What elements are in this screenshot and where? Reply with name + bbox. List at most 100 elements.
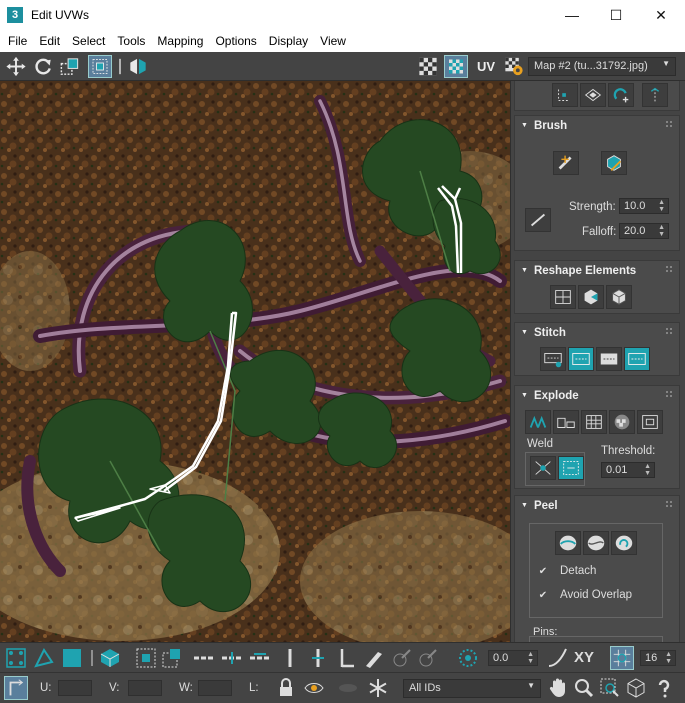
explode-header[interactable]: Explode [521,390,579,402]
checker-pattern-icon[interactable] [416,55,440,78]
drag-grip-icon[interactable] [665,500,673,508]
avoid-overlap-checkbox[interactable]: ✔ [537,590,549,602]
threshold-spinner[interactable]: 0.01 ▲ ▼ [601,462,655,478]
brush-header[interactable]: Brush [521,120,567,132]
show-map-icon[interactable] [444,55,468,78]
detach-edge-icon[interactable] [553,410,579,434]
paint-move-icon[interactable] [553,151,579,175]
peel-header[interactable]: Peel [521,500,558,512]
falloff-curve-icon[interactable] [546,646,570,670]
minimize-button[interactable]: — [549,0,595,30]
reset-peel-icon[interactable] [611,531,637,555]
close-button[interactable]: ✕ [638,0,684,30]
weld-selected-icon[interactable] [530,456,556,480]
map-select-dropdown[interactable]: Map #2 (tu...31792.jpg) ▼ [528,57,676,76]
hide-icon[interactable] [302,676,326,700]
flatten-by-material-icon[interactable] [637,410,663,434]
straighten-icon[interactable] [550,285,576,309]
stitch-custom-icon[interactable] [540,347,566,371]
loop-icon[interactable] [192,646,216,670]
paint-select-grow-icon[interactable] [390,646,414,670]
grow-selection-icon[interactable] [134,646,158,670]
paint-select-shrink-icon[interactable] [416,646,440,670]
soft-selection-spinner[interactable]: 0.0 ▲ ▼ [488,650,538,666]
rotate-cw-icon[interactable] [608,83,634,107]
settings-icon[interactable] [502,55,526,78]
reshape-header[interactable]: Reshape Elements [521,265,636,277]
falloff-spinner[interactable]: 20.0 ▲ ▼ [619,223,669,239]
loop-grow-icon[interactable] [220,646,244,670]
loop-shrink-icon[interactable] [248,646,272,670]
element-mode-icon[interactable] [98,646,122,670]
material-id-dropdown[interactable]: All IDs ▼ [403,679,541,698]
spinner-arrows-icon[interactable]: ▲ ▼ [527,651,534,665]
w-field[interactable] [198,680,232,696]
grid-snap-icon[interactable] [610,646,634,670]
spinner-arrows-icon[interactable]: ▲ ▼ [658,224,665,238]
weld-target-icon[interactable] [558,456,584,480]
ring-shrink-icon[interactable] [334,646,358,670]
stitch-header[interactable]: Stitch [521,327,566,339]
u-field[interactable] [58,680,92,696]
xy-space-button[interactable]: XY [574,646,600,670]
menu-view[interactable]: View [316,30,350,52]
move-icon[interactable] [4,55,28,78]
detach-checkbox[interactable]: ✔ [537,566,549,578]
menu-select[interactable]: Select [68,30,109,52]
zoom-region-icon[interactable] [598,676,622,700]
distribute-icon[interactable] [642,83,668,107]
mirror-icon[interactable] [126,55,150,78]
snowflake-icon[interactable] [366,676,390,700]
drag-grip-icon[interactable] [665,265,673,273]
paint-select-icon[interactable] [362,646,386,670]
drag-grip-icon[interactable] [665,327,673,335]
spinner-arrows-icon[interactable]: ▲ ▼ [644,463,651,477]
break-icon[interactable] [525,410,551,434]
align-icon[interactable] [552,83,578,107]
vertex-mode-icon[interactable] [4,646,28,670]
scale-icon[interactable] [58,55,82,78]
absolute-mode-icon[interactable] [4,676,28,700]
quick-peel-icon[interactable] [555,531,581,555]
rotate-icon[interactable] [31,55,55,78]
brush-stroke-icon[interactable] [525,208,551,232]
grid-size-spinner[interactable]: 16 ▲ ▼ [640,650,676,666]
menu-edit[interactable]: Edit [35,30,64,52]
spinner-arrows-icon[interactable]: ▲ ▼ [665,651,672,665]
freeze-visibility-icon[interactable] [336,676,360,700]
peel-mode-icon[interactable] [583,531,609,555]
lock-icon[interactable] [274,676,298,700]
ring-icon[interactable] [278,646,302,670]
menu-mapping[interactable]: Mapping [153,30,207,52]
uv-viewport[interactable] [0,81,510,642]
soft-selection-icon[interactable] [456,646,480,670]
strength-spinner[interactable]: 10.0 ▲ ▼ [619,198,669,214]
drag-grip-icon[interactable] [665,390,673,398]
menu-file[interactable]: File [4,30,31,52]
v-field[interactable] [128,680,162,696]
zoom-extents-icon[interactable] [624,676,648,700]
edge-mode-icon[interactable] [32,646,56,670]
relax-brush-icon[interactable] [601,151,627,175]
menu-options[interactable]: Options [211,30,260,52]
zoom-icon[interactable] [572,676,596,700]
stitch-average-icon[interactable] [596,347,622,371]
menu-tools[interactable]: Tools [113,30,149,52]
flatten-icon[interactable] [581,410,607,434]
freeform-icon[interactable] [88,55,112,78]
stitch-source-icon[interactable] [568,347,594,371]
uv-toggle-button[interactable]: UV [472,55,500,78]
menu-display[interactable]: Display [265,30,312,52]
pan-hand-icon[interactable] [546,676,570,700]
flatten-by-smoothing-icon[interactable] [609,410,635,434]
help-icon[interactable] [652,676,676,700]
shrink-selection-icon[interactable] [160,646,184,670]
relax-icon[interactable] [578,285,604,309]
face-mode-icon[interactable] [60,646,84,670]
stitch-target-icon[interactable] [624,347,650,371]
spinner-arrows-icon[interactable]: ▲ ▼ [658,199,665,213]
ring-grow-icon[interactable] [306,646,330,670]
arrange-icon[interactable] [606,285,632,309]
grid-align-icon[interactable] [580,83,606,107]
drag-grip-icon[interactable] [665,120,673,128]
